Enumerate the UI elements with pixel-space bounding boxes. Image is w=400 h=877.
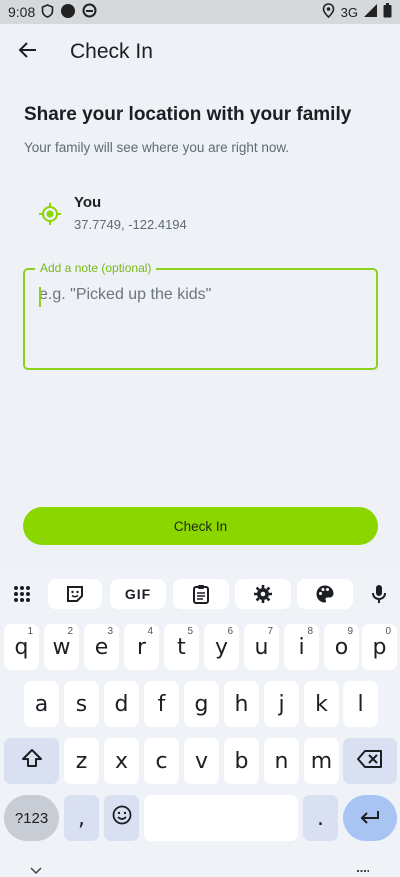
chevron-down-icon[interactable] bbox=[30, 866, 42, 877]
note-field-label: Add a note (optional) bbox=[35, 261, 157, 275]
signal-icon bbox=[364, 4, 377, 20]
key-i[interactable]: i8 bbox=[284, 624, 319, 670]
sync-icon bbox=[82, 3, 97, 21]
key-c[interactable]: c bbox=[144, 738, 179, 784]
sticker-icon[interactable] bbox=[48, 579, 102, 609]
status-bar: 9:08 3G bbox=[0, 0, 400, 24]
key-g[interactable]: g bbox=[184, 681, 219, 727]
key-o[interactable]: o9 bbox=[324, 624, 359, 670]
headline: Share your location with your family bbox=[24, 104, 352, 125]
shield-icon bbox=[41, 3, 54, 21]
shift-key[interactable] bbox=[4, 738, 59, 784]
network-type: 3G bbox=[340, 4, 358, 20]
backspace-icon bbox=[357, 749, 383, 774]
keyboard-switch-icon[interactable] bbox=[356, 866, 370, 877]
app-bar: Check In bbox=[0, 24, 400, 80]
mic-icon[interactable] bbox=[362, 579, 396, 609]
my-location-icon bbox=[38, 202, 62, 226]
location-status-icon bbox=[322, 3, 335, 21]
status-time: 9:08 bbox=[8, 4, 36, 20]
key-p[interactable]: p0 bbox=[362, 624, 397, 670]
gif-button[interactable]: GIF bbox=[110, 579, 166, 609]
soft-keyboard: GIF q1 w2 e3 r4 t5 y6 u7 i8 o9 p0 a s d … bbox=[0, 571, 400, 877]
key-h[interactable]: h bbox=[224, 681, 259, 727]
battery-icon bbox=[383, 3, 392, 21]
comma-key[interactable]: , bbox=[64, 795, 99, 841]
key-z[interactable]: z bbox=[64, 738, 99, 784]
key-e[interactable]: e3 bbox=[84, 624, 119, 670]
key-f[interactable]: f bbox=[144, 681, 179, 727]
enter-key[interactable] bbox=[343, 795, 397, 841]
key-w[interactable]: w2 bbox=[44, 624, 79, 670]
key-k[interactable]: k bbox=[304, 681, 339, 727]
key-j[interactable]: j bbox=[264, 681, 299, 727]
palette-icon[interactable] bbox=[297, 579, 353, 609]
record-dot-icon bbox=[60, 3, 76, 22]
location-name: You bbox=[74, 194, 102, 211]
emoji-key[interactable] bbox=[104, 795, 139, 841]
location-details: You 37.7749, -122.4194 bbox=[74, 194, 187, 232]
key-t[interactable]: t5 bbox=[164, 624, 199, 670]
space-key[interactable] bbox=[144, 795, 298, 841]
key-n[interactable]: n bbox=[264, 738, 299, 784]
key-a[interactable]: a bbox=[24, 681, 59, 727]
note-input[interactable] bbox=[39, 286, 359, 304]
keyboard-toolbar: GIF bbox=[0, 577, 400, 611]
key-d[interactable]: d bbox=[104, 681, 139, 727]
key-m[interactable]: m bbox=[304, 738, 339, 784]
key-q[interactable]: q1 bbox=[4, 624, 39, 670]
clipboard-icon[interactable] bbox=[173, 579, 229, 609]
symbols-key[interactable]: ?123 bbox=[4, 795, 59, 841]
key-l[interactable]: l bbox=[343, 681, 378, 727]
key-b[interactable]: b bbox=[224, 738, 259, 784]
subtext: Your family will see where you are right… bbox=[24, 140, 290, 155]
enter-icon bbox=[359, 806, 381, 831]
shift-icon bbox=[21, 748, 43, 774]
key-x[interactable]: x bbox=[104, 738, 139, 784]
period-key[interactable]: . bbox=[303, 795, 338, 841]
location-row: You 37.7749, -122.4194 bbox=[38, 194, 187, 232]
backspace-key[interactable] bbox=[343, 738, 397, 784]
key-u[interactable]: u7 bbox=[244, 624, 279, 670]
apps-grid-icon[interactable] bbox=[4, 579, 40, 609]
arrow-back-icon bbox=[18, 40, 38, 65]
emoji-icon bbox=[112, 805, 132, 831]
note-field[interactable]: Add a note (optional) bbox=[23, 261, 378, 370]
back-button[interactable] bbox=[0, 24, 56, 80]
page-title: Check In bbox=[70, 40, 153, 63]
key-y[interactable]: y6 bbox=[204, 624, 239, 670]
key-v[interactable]: v bbox=[184, 738, 219, 784]
check-in-button[interactable]: Check In bbox=[23, 507, 378, 545]
key-r[interactable]: r4 bbox=[124, 624, 159, 670]
location-coordinates: 37.7749, -122.4194 bbox=[74, 217, 187, 232]
gear-icon[interactable] bbox=[235, 579, 291, 609]
key-s[interactable]: s bbox=[64, 681, 99, 727]
text-caret bbox=[39, 287, 41, 307]
